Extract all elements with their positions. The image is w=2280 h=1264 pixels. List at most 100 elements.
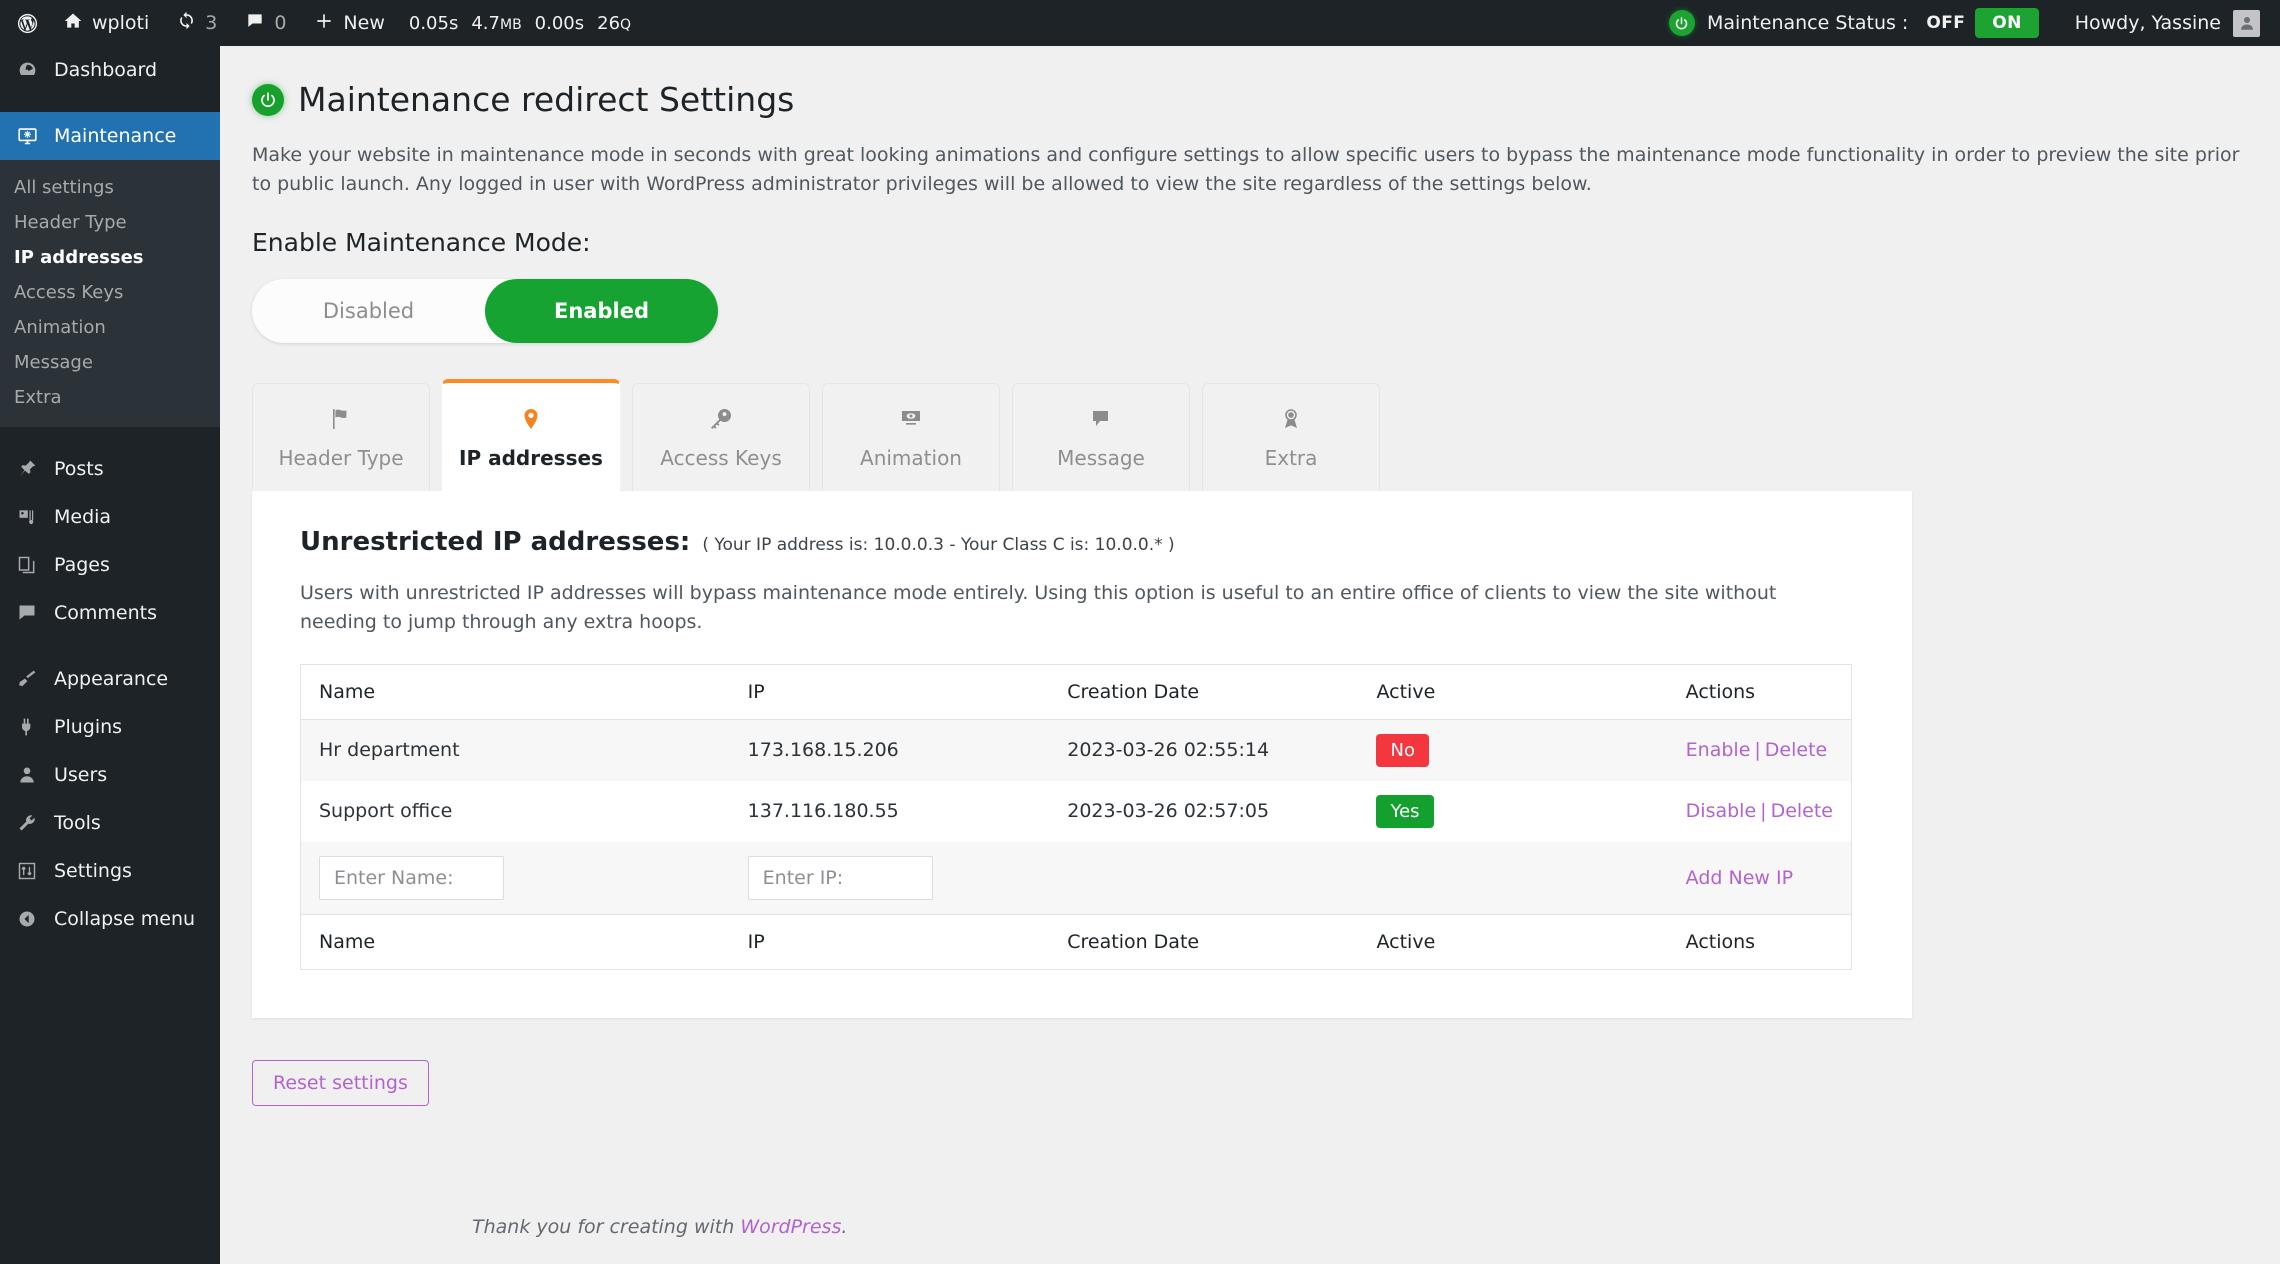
ip-addresses-panel: Unrestricted IP addresses: ( Your IP add…: [252, 490, 1912, 1018]
submenu-item-access-keys[interactable]: Access Keys: [0, 275, 220, 310]
award-ribbon-icon: [1279, 404, 1303, 434]
add-new-ip-row: Add New IP: [300, 841, 1852, 915]
tab-message[interactable]: Message: [1012, 382, 1190, 491]
status-badge[interactable]: Yes: [1376, 794, 1434, 828]
monitor-eye-icon: [899, 404, 923, 434]
add-new-ip-link[interactable]: Add New IP: [1686, 867, 1793, 889]
maintenance-status-group[interactable]: Maintenance Status : OFF ON: [1659, 8, 2049, 38]
column-header-creation-date: Creation Date: [1049, 664, 1359, 720]
page-description: Make your website in maintenance mode in…: [252, 144, 2240, 196]
table-footer-row: Name IP Creation Date Active Actions: [300, 913, 1852, 970]
reset-settings-button[interactable]: Reset settings: [252, 1059, 429, 1106]
table-body: Hr department 173.168.15.206 2023-03-26 …: [300, 719, 1852, 915]
tab-ip-addresses[interactable]: IP addresses: [442, 378, 620, 491]
enable-maintenance-heading: Enable Maintenance Mode:: [252, 227, 591, 257]
new-content-button[interactable]: New: [300, 0, 398, 46]
comment-bubble-icon: [245, 11, 265, 36]
performance-metrics[interactable]: 0.05s 4.7MB 0.00s 26Q: [399, 13, 631, 34]
admin-bar-right: Maintenance Status : OFF ON Howdy, Yassi…: [1659, 8, 2280, 38]
status-badge[interactable]: No: [1376, 733, 1429, 767]
sidebar-item-users[interactable]: Users: [0, 751, 220, 799]
maintenance-status-toggle[interactable]: OFF ON: [1926, 8, 2039, 38]
wordpress-logo-icon: [16, 12, 39, 35]
submenu-item-ip-addresses[interactable]: IP addresses: [0, 240, 220, 275]
panel-description: Users with unrestricted IP addresses wil…: [300, 581, 1777, 634]
delete-link[interactable]: Delete: [1765, 739, 1827, 761]
cell-name: Support office: [319, 800, 453, 823]
maintenance-mode-toggle[interactable]: Disabled Enabled: [252, 278, 718, 343]
toggle-option-disabled[interactable]: Disabled: [252, 279, 485, 343]
perf-time: 0.05s: [408, 12, 459, 34]
sidebar-divider: [0, 427, 220, 445]
maintenance-status-label: Maintenance Status :: [1706, 12, 1909, 34]
tab-header-type[interactable]: Header Type: [252, 382, 430, 491]
new-ip-address-input[interactable]: [747, 855, 933, 900]
cell-creation-date: 2023-03-26 02:55:14: [1049, 719, 1359, 781]
admin-bar-left: wploti 3 0 New 0.05s 4.7MB 0.00s 26Q: [0, 0, 631, 46]
footer-column-actions: Actions: [1667, 913, 1852, 970]
disable-link[interactable]: Disable: [1686, 800, 1756, 822]
cell-add-action: Add New IP: [1667, 841, 1852, 915]
sidebar-item-settings[interactable]: Settings: [0, 847, 220, 895]
cell-name: Hr department: [300, 719, 730, 781]
submenu-item-animation[interactable]: Animation: [0, 310, 220, 345]
cell-ip: 173.168.15.206: [729, 719, 1050, 781]
submenu-item-message[interactable]: Message: [0, 345, 220, 380]
sidebar-item-label: Posts: [54, 458, 104, 480]
new-ip-name-input[interactable]: [319, 855, 504, 900]
perf-queries-group: 26Q: [597, 13, 631, 34]
submenu-item-extra[interactable]: Extra: [0, 380, 220, 415]
sidebar-item-maintenance[interactable]: Maintenance: [0, 112, 220, 160]
perf-memory: 4.7: [471, 12, 500, 34]
cell-active: No: [1358, 719, 1668, 781]
column-header-active: Active: [1358, 664, 1668, 720]
wrench-icon: [14, 813, 40, 833]
key-icon: [709, 404, 733, 434]
paintbrush-icon: [14, 669, 40, 689]
wp-logo-button[interactable]: [0, 0, 49, 46]
tab-extra[interactable]: Extra: [1202, 382, 1380, 491]
sidebar-item-comments[interactable]: Comments: [0, 589, 220, 637]
perf-memory-group: 4.7MB: [471, 13, 521, 34]
wordpress-link[interactable]: WordPress: [740, 1216, 841, 1238]
footer-text-before: Thank you for creating with: [472, 1216, 741, 1238]
panel-subtitle: ( Your IP address is: 10.0.0.3 - Your Cl…: [702, 534, 1175, 555]
howdy-menu[interactable]: Howdy, Yassine: [2049, 9, 2266, 37]
column-header-ip: IP: [729, 664, 1050, 720]
enable-link[interactable]: Enable: [1686, 739, 1751, 761]
comments-button[interactable]: 0: [231, 0, 300, 46]
site-name-button[interactable]: wploti: [49, 0, 163, 46]
sidebar-item-label: Comments: [54, 602, 157, 624]
home-icon: [63, 11, 83, 36]
sidebar-item-posts[interactable]: Posts: [0, 445, 220, 493]
admin-bar: wploti 3 0 New 0.05s 4.7MB 0.00s 26Q Mai…: [0, 0, 2280, 46]
sidebar-item-label: Media: [54, 506, 112, 528]
submenu-item-header-type[interactable]: Header Type: [0, 205, 220, 240]
tab-access-keys[interactable]: Access Keys: [632, 382, 810, 491]
cell-actions: Enable | Delete: [1667, 719, 1852, 781]
submenu-item-all-settings[interactable]: All settings: [0, 170, 220, 205]
sidebar-item-label: Collapse menu: [54, 908, 196, 930]
panel-title-text: Unrestricted IP addresses:: [300, 526, 691, 557]
sidebar-item-appearance[interactable]: Appearance: [0, 655, 220, 703]
sidebar-item-dashboard[interactable]: Dashboard: [0, 46, 220, 94]
comment-bubble-icon: [14, 603, 40, 623]
tab-animation[interactable]: Animation: [822, 382, 1000, 491]
maintenance-submenu: All settings Header Type IP addresses Ac…: [0, 160, 220, 427]
sidebar-item-media[interactable]: Media: [0, 493, 220, 541]
sidebar-item-plugins[interactable]: Plugins: [0, 703, 220, 751]
sidebar-item-pages[interactable]: Pages: [0, 541, 220, 589]
delete-link[interactable]: Delete: [1771, 800, 1833, 822]
status-on-option[interactable]: ON: [1975, 8, 2039, 38]
panel-title: Unrestricted IP addresses: ( Your IP add…: [300, 527, 1870, 557]
sidebar-item-label: Users: [54, 764, 108, 786]
sidebar-item-label: Tools: [54, 812, 101, 834]
updates-button[interactable]: 3: [163, 0, 231, 46]
site-name-label: wploti: [92, 12, 150, 34]
toggle-option-enabled[interactable]: Enabled: [485, 278, 718, 343]
sidebar-item-tools[interactable]: Tools: [0, 799, 220, 847]
tab-label: Message: [1057, 446, 1145, 471]
status-off-option[interactable]: OFF: [1926, 13, 1965, 33]
sidebar-item-collapse-menu[interactable]: Collapse menu: [0, 895, 220, 943]
cell-new-name: [300, 841, 730, 915]
